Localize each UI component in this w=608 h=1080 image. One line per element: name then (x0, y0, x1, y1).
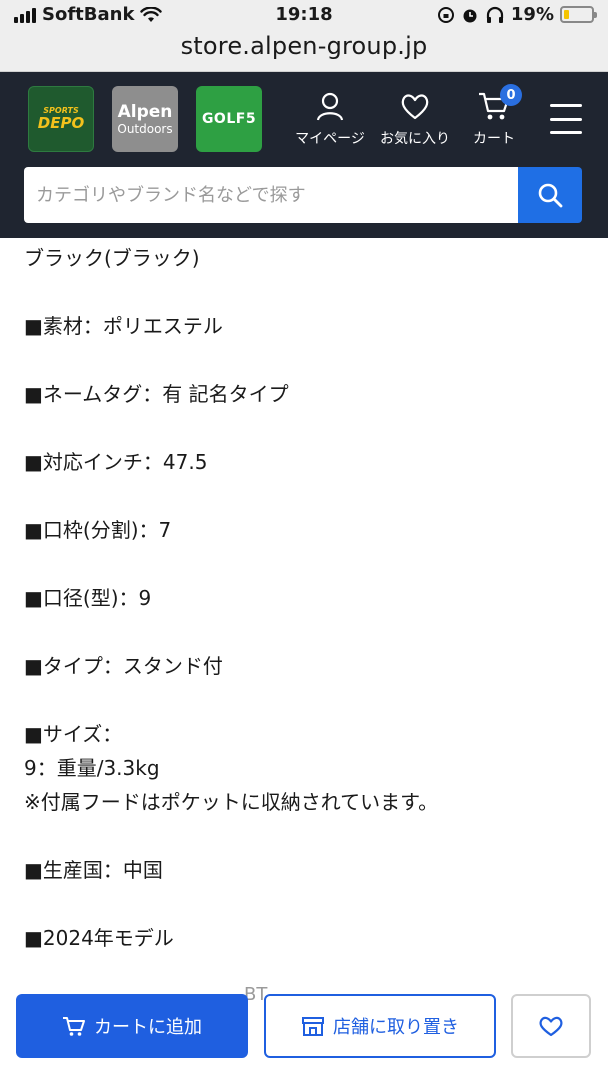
spec-model-year: ■2024年モデル (24, 926, 174, 950)
spec-material: ■素材：ポリエステル (24, 314, 223, 338)
search-bar (24, 167, 582, 223)
spec-size-heading: ■サイズ： (24, 722, 123, 746)
spec-caliber: ■口径(型)：9 (24, 586, 152, 610)
spec-type: ■タイプ：スタンド付 (24, 654, 223, 678)
spec-frame-split: ■口枠(分割)：7 (24, 518, 172, 542)
sports-depo-logo[interactable]: SPORTS DEPO (28, 86, 94, 152)
browser-status-bar: SoftBank 19:18 19% store.alpen-group.jp (0, 0, 608, 72)
battery-icon (560, 6, 597, 23)
favorite-button[interactable] (511, 994, 591, 1058)
outdoors-logo-text: Outdoors (117, 121, 173, 136)
alpen-outdoors-logo[interactable]: Alpen Outdoors (112, 86, 178, 152)
heart-icon (401, 94, 429, 120)
add-to-cart-button[interactable]: カートに追加 (16, 994, 248, 1058)
rotation-lock-icon (437, 6, 454, 23)
spec-name-tag: ■ネームタグ：有 記名タイプ (24, 382, 289, 406)
golf5-logo-text: GOLF5 (201, 111, 257, 127)
spec-hood-note: ※付属フードはポケットに収納されています。 (24, 790, 439, 814)
search-input[interactable] (24, 167, 518, 223)
reserve-in-store-button[interactable]: 店舗に取り置き (264, 994, 496, 1058)
hamburger-menu-icon[interactable] (550, 104, 582, 134)
depo-logo-text: DEPO (37, 114, 85, 132)
alpen-logo-text: Alpen (117, 101, 173, 122)
site-header: SPORTS DEPO Alpen Outdoors GOLF5 マイページ お… (0, 72, 608, 238)
headphones-icon (486, 6, 504, 23)
status-indicators: 19% (437, 4, 597, 25)
mypage-link[interactable]: マイページ (292, 90, 368, 148)
spec-inch: ■対応インチ：47.5 (24, 450, 208, 474)
alarm-icon (463, 9, 477, 22)
heart-icon (539, 1016, 563, 1037)
golf5-logo[interactable]: GOLF5 (196, 86, 262, 152)
add-to-cart-label: カートに追加 (94, 1017, 202, 1038)
spec-color: ブラック(ブラック) (24, 246, 200, 270)
cart-label: カート (473, 131, 515, 147)
favorites-link[interactable]: お気に入り (376, 90, 454, 148)
reserve-in-store-label: 店舗に取り置き (333, 1017, 459, 1038)
search-icon (538, 183, 563, 208)
favorites-label: お気に入り (380, 131, 450, 147)
url-bar[interactable]: store.alpen-group.jp (0, 32, 608, 60)
spec-size-weight: 9：重量/3.3kg (24, 756, 160, 780)
mypage-label: マイページ (295, 131, 365, 147)
spec-country: ■生産国：中国 (24, 858, 163, 882)
battery-level (564, 10, 569, 19)
user-icon (316, 92, 344, 121)
cart-count-badge: 0 (500, 84, 522, 106)
ios-status-row: SoftBank 19:18 19% (0, 4, 608, 30)
cart-icon (63, 1017, 85, 1036)
search-button[interactable] (518, 167, 582, 223)
cart-link[interactable]: カート 0 (462, 84, 526, 148)
battery-percent: 19% (510, 4, 554, 25)
store-icon (302, 1017, 324, 1036)
